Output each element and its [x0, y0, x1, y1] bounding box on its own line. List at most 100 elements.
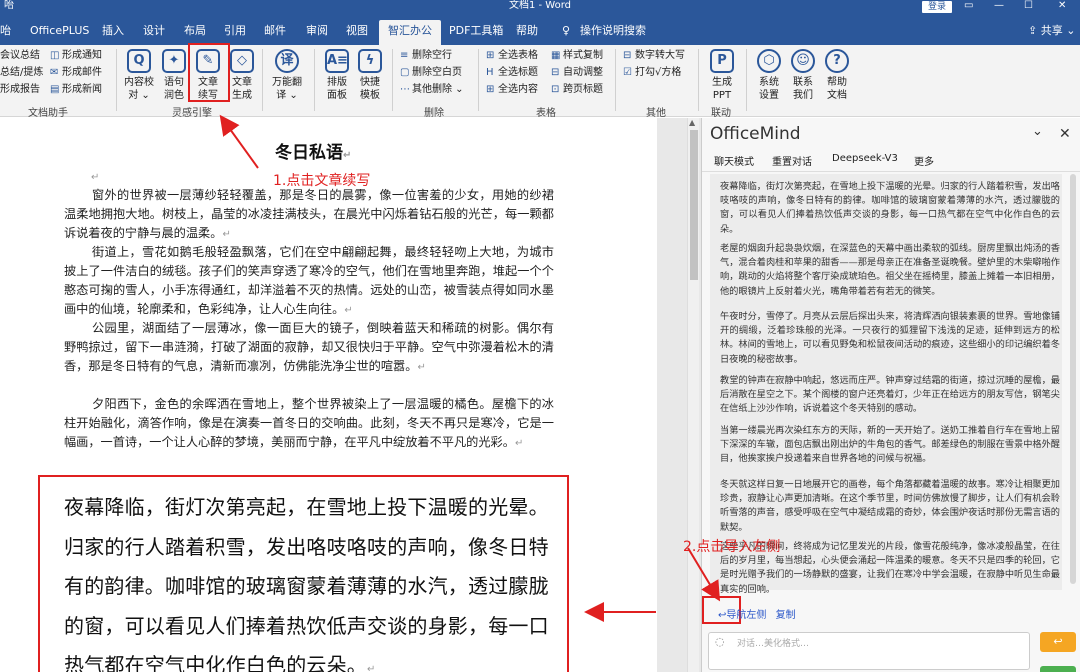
ribbon-display-icon[interactable]: ▭	[964, 0, 973, 12]
tab-help[interactable]: 帮助	[516, 24, 538, 38]
settings-hex-icon: ⬡	[757, 49, 781, 73]
panel-collapse-icon[interactable]: ⌄	[1032, 124, 1043, 139]
tab-layout[interactable]: 布局	[184, 24, 206, 38]
layout-label-2: 面板	[327, 90, 347, 101]
more-dots-icon: ⋯	[400, 84, 410, 95]
tab-design[interactable]: 设计	[143, 24, 165, 38]
delete-empty-lines[interactable]: ≡ 删除空行	[400, 49, 452, 62]
window-title: 文档1 - Word	[508, 0, 572, 11]
select-all-tables[interactable]: ⊞ 全选表格	[486, 49, 538, 62]
tab-review[interactable]: 审阅	[306, 24, 328, 38]
scroll-up-icon[interactable]: ▲	[689, 118, 695, 127]
menu-model-select[interactable]: Deepseek-V3	[832, 153, 898, 164]
proofread-icon: Q	[127, 49, 151, 73]
response-paragraph: 老屋的烟囱升起袅袅炊烟，在深蓝色的天幕中画出柔软的弧线。厨房里飘出炖汤的香气，混…	[720, 243, 1060, 297]
tab-view[interactable]: 视图	[346, 24, 368, 38]
meeting-summary-item[interactable]: 会议总结	[0, 49, 40, 62]
other-delete-dropdown[interactable]: ⋯ 其他删除 ⌄	[400, 83, 464, 96]
delete-blank-pages[interactable]: ▢ 删除空白页	[400, 66, 462, 79]
response-paragraph: 冬天就这样日复一日地展开它的画卷，每个角落都藏着温暖的故事。寒冷让相聚更加珍贵，…	[720, 479, 1060, 533]
ppt-icon: P	[710, 49, 734, 73]
document-canvas[interactable]: 冬日私语↵ ↵ 窗外的世界被一层薄纱轻轻覆盖，那是冬日的晨雾，像一位害羞的少女，…	[0, 118, 657, 672]
meeting-summary-label: 会议总结	[0, 50, 40, 61]
paragraph-mark: ↵	[343, 150, 352, 161]
repeat-header-icon: ⊡	[551, 84, 560, 95]
style-copy-icon: ▦	[551, 50, 561, 61]
panel-close-icon[interactable]: ✕	[1059, 126, 1071, 142]
tab-references[interactable]: 引用	[224, 24, 246, 38]
form-notice-label: 形成通知	[62, 50, 102, 61]
form-news-item[interactable]: ▤ 形成新闻	[50, 83, 102, 96]
maximize-icon[interactable]: ☐	[1024, 0, 1033, 12]
navigate-left-link[interactable]: ↩导航左侧	[718, 610, 766, 621]
repeat-header[interactable]: ⊡ 跨页标题	[551, 83, 603, 96]
polish-label-2: 润色	[164, 90, 184, 101]
email-icon: ✉	[50, 67, 59, 78]
tab-zhihui-office[interactable]: 智汇办公	[379, 20, 441, 45]
form-email-item[interactable]: ✉ 形成邮件	[50, 66, 102, 79]
share-button[interactable]: ⇪ 共享 ⌄	[1028, 22, 1075, 38]
ribbon: 会议总结 总结/提炼 形成报告 ◫ 形成通知 ✉ 形成邮件 ▤ 形成新闻 文档助手 Q…	[0, 43, 1080, 119]
tab-pdf-tools[interactable]: PDF工具箱	[449, 24, 503, 38]
auto-adjust[interactable]: ⊟ 自动调整	[551, 66, 603, 79]
menu-more[interactable]: 更多	[914, 153, 934, 168]
table-grid-icon: ⊞	[486, 50, 495, 61]
secondary-action-button[interactable]	[1040, 666, 1076, 672]
tab-officeplus[interactable]: OfficePLUS	[30, 24, 89, 38]
tab-mailings[interactable]: 邮件	[264, 24, 286, 38]
group-label-doc-helper: 文档助手	[28, 108, 68, 119]
style-copy-label: 样式复制	[563, 50, 603, 61]
layout-panel-button[interactable]: A≡ 排版面板	[322, 49, 352, 102]
tab-home[interactable]: 咍	[0, 24, 11, 38]
proofread-label-1: 内容校	[124, 77, 154, 88]
layout-label-1: 排版	[327, 77, 347, 88]
quick-template-button[interactable]: ϟ 快捷 模板	[355, 49, 385, 102]
paragraph-2-text: 街道上，雪花如鹅毛般轻盈飘落，它们在空中翩翩起舞，最终轻轻吻上大地，为城市披上了…	[64, 245, 554, 316]
close-icon[interactable]: ✕	[1058, 0, 1066, 12]
form-report-item[interactable]: 形成报告	[0, 83, 40, 96]
system-settings-button[interactable]: ⬡ 系统 设置	[754, 49, 784, 102]
paragraph-mark: ↵	[344, 305, 353, 316]
response-paragraph: 当第一缕晨光再次染红东方的天际，新的一天开始了。送奶工推着自行车在雪地上留下深深…	[720, 425, 1060, 465]
menu-reset-chat[interactable]: 重置对话	[772, 153, 812, 168]
scrollbar-thumb[interactable]	[690, 130, 698, 280]
paragraph-mark: ↵	[222, 229, 231, 240]
tell-me-search[interactable]: 操作说明搜索	[580, 24, 646, 38]
news-icon: ▤	[50, 84, 60, 95]
form-notice-item[interactable]: ◫ 形成通知	[50, 49, 102, 62]
copy-link[interactable]: 复制	[776, 610, 796, 621]
tab-insert[interactable]: 插入	[102, 24, 124, 38]
layout-icon: A≡	[325, 49, 349, 73]
login-button[interactable]: 登录	[922, 1, 952, 13]
number-to-uppercase[interactable]: ⊟ 数字转大写	[623, 49, 685, 62]
send-button[interactable]: ↩	[1040, 632, 1076, 652]
checkbox-icon: ☑	[623, 67, 632, 78]
menu-chat-mode[interactable]: 聊天模式	[714, 153, 754, 168]
translate-label-1: 万能翻	[272, 77, 302, 88]
select-all-content[interactable]: ⊞ 全选内容	[486, 83, 538, 96]
chat-input[interactable]: ◌ 对话…美化格式…	[708, 632, 1030, 670]
attachment-icon[interactable]: ◌	[715, 635, 725, 648]
select-all-headers[interactable]: H 全选标题	[486, 66, 538, 79]
response-paragraph: 午夜时分，雪停了。月亮从云层后探出头来，将清辉洒向银装素裹的世界。雪地像铺开的绸…	[720, 311, 1060, 365]
sentence-polish-button[interactable]: ✦ 语句 润色	[159, 49, 189, 102]
summary-extract-item[interactable]: 总结/提炼	[0, 66, 43, 79]
auto-adjust-icon: ⊟	[551, 67, 560, 78]
generate-ppt-button[interactable]: P 生成 PPT	[707, 49, 737, 102]
contact-label-1: 联系	[793, 77, 813, 88]
minimize-icon[interactable]: —	[994, 0, 1004, 12]
panel-scrollbar-thumb[interactable]	[1070, 174, 1076, 584]
contact-us-button[interactable]: ☺ 联系 我们	[788, 49, 818, 102]
universal-translate-button[interactable]: 译万能翻译 ⌄	[272, 49, 302, 102]
help-label-2: 文档	[827, 90, 847, 101]
inserted-paragraph-text: 夜幕降临，街灯次第亮起，在雪地上投下温暖的光晕。归家的行人踏着积雪，发出咯吱咯吱…	[64, 495, 549, 672]
style-copy[interactable]: ▦ 样式复制	[551, 49, 603, 62]
document-scrollbar[interactable]: ▲	[687, 118, 699, 672]
panel-title: OfficeMind	[710, 124, 801, 144]
help-doc-button[interactable]: ? 帮助 文档	[822, 49, 852, 102]
checkbox-tick[interactable]: ☑ 打勾√方格	[623, 66, 681, 79]
article-generate-button[interactable]: ◇ 文章 生成	[227, 49, 257, 102]
content-proofread-button[interactable]: Q 内容校对 ⌄	[124, 49, 154, 102]
response-actions: ↩导航左侧 复制	[718, 606, 802, 621]
panel-scrollbar[interactable]	[1068, 174, 1078, 590]
